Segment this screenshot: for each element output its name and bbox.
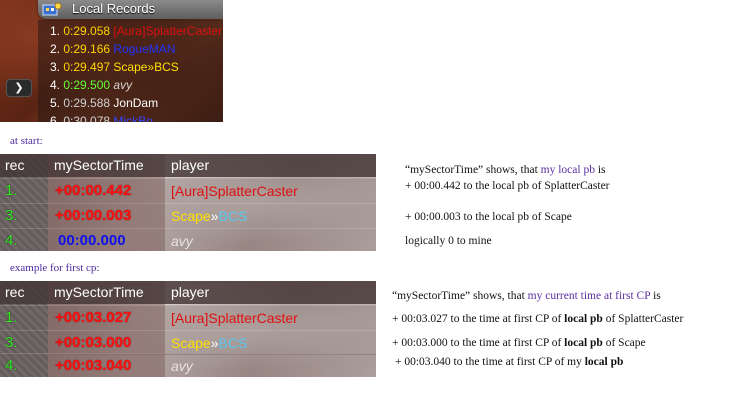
record-time: 0:29.497 [63, 60, 111, 74]
record-row: 6. 0:30.078 MickBo [50, 112, 153, 122]
row-player: [Aura]SplatterCaster [171, 310, 298, 326]
record-time: 0:29.166 [63, 42, 111, 56]
column-header-time: mySectorTime [54, 284, 144, 300]
column-header-player: player [171, 284, 210, 300]
row-rec: 1. [5, 182, 18, 199]
row-time: +00:00.442 [55, 182, 132, 199]
record-player: avy [113, 78, 133, 92]
note-line: “mySectorTime” shows, that my current ti… [392, 290, 661, 302]
row-player: avy [171, 358, 193, 374]
record-rank: 6. [50, 114, 61, 122]
note-line: + 00:00.442 to the local pb of SplatterC… [405, 180, 610, 192]
row-player: Scape»BCS [171, 335, 248, 351]
record-time: 0:29.058 [63, 24, 111, 38]
record-player: JonDam [113, 96, 159, 110]
note-line: + 00:03.000 to the time at first CP of l… [392, 337, 646, 349]
row-rec: 3. [5, 334, 18, 351]
section2-caption: example for first cp: [10, 262, 100, 274]
record-player: RogueMAN [113, 42, 176, 56]
table-row: 3. +00:03.000 Scape»BCS [0, 330, 376, 355]
row-player: avy [171, 233, 193, 249]
row-time: 00:00.000 [58, 232, 126, 249]
record-time: 0:30.078 [63, 114, 111, 122]
local-records-header: Local Records [38, 0, 223, 19]
record-rank: 4. [50, 78, 61, 92]
column-header-rec: rec [5, 284, 25, 300]
section1-caption: at start: [10, 135, 43, 147]
row-player: [Aura]SplatterCaster [171, 183, 298, 199]
record-rank: 3. [50, 60, 61, 74]
record-row: 5. 0:29.588 JonDam [50, 94, 158, 112]
sector-table-first-cp: rec mySectorTime player 1. +00:03.027 [A… [0, 281, 376, 377]
local-records-title: Local Records [72, 1, 156, 16]
record-row: 4. 0:29.500 avy [50, 76, 132, 94]
row-rec: 1. [5, 309, 18, 326]
note-line: logically 0 to mine [405, 235, 492, 247]
note-line: + 00:03.040 to the time at first CP of m… [395, 356, 624, 368]
row-rec: 3. [5, 207, 18, 224]
row-time: +00:00.003 [55, 207, 132, 224]
local-records-panel: Local Records 1. 0:29.058 [Aura]Splatter… [0, 0, 223, 122]
record-time: 0:29.500 [63, 78, 111, 92]
chevron-right-icon: ❯ [14, 81, 24, 94]
row-time: +00:03.040 [55, 357, 132, 374]
record-row: 2. 0:29.166 RogueMAN [50, 40, 175, 58]
row-player: Scape»BCS [171, 208, 248, 224]
column-header-player: player [171, 157, 210, 173]
row-time: +00:03.000 [55, 334, 132, 351]
record-row: 3. 0:29.497 Scape»BCS [50, 58, 179, 76]
note-line: + 00:00.003 to the local pb of Scape [405, 211, 572, 223]
table-row: 1. +00:03.027 [Aura]SplatterCaster [0, 305, 376, 330]
sector-table-start: rec mySectorTime player 1. +00:00.442 [A… [0, 154, 376, 251]
table-row: 1. +00:00.442 [Aura]SplatterCaster [0, 178, 376, 203]
row-rec: 4. [5, 357, 18, 374]
record-rank: 2. [50, 42, 61, 56]
column-header-time: mySectorTime [54, 157, 144, 173]
record-rank: 5. [50, 96, 61, 110]
table-row: 4. 00:00.000 avy [0, 228, 376, 251]
row-rec: 4. [5, 232, 18, 249]
local-records-list: 1. 0:29.058 [Aura]SplatterCaster 2. 0:29… [38, 20, 223, 122]
record-player: MickBo [113, 114, 153, 122]
note-line: “mySectorTime” shows, that my local pb i… [405, 164, 606, 176]
record-player: Scape»BCS [113, 60, 179, 74]
record-row: 1. 0:29.058 [Aura]SplatterCaster [50, 22, 222, 40]
note-line: + 00:03.027 to the time at first CP of l… [392, 313, 684, 325]
table-row: 4. +00:03.040 avy [0, 353, 376, 377]
table-row: 3. +00:00.003 Scape»BCS [0, 203, 376, 228]
record-time: 0:29.588 [63, 96, 111, 110]
records-icon [42, 2, 62, 16]
row-time: +00:03.027 [55, 309, 132, 326]
record-rank: 1. [50, 24, 61, 38]
record-player: [Aura]SplatterCaster [113, 24, 223, 38]
column-header-rec: rec [5, 157, 25, 173]
expand-records-button[interactable]: ❯ [6, 79, 32, 97]
